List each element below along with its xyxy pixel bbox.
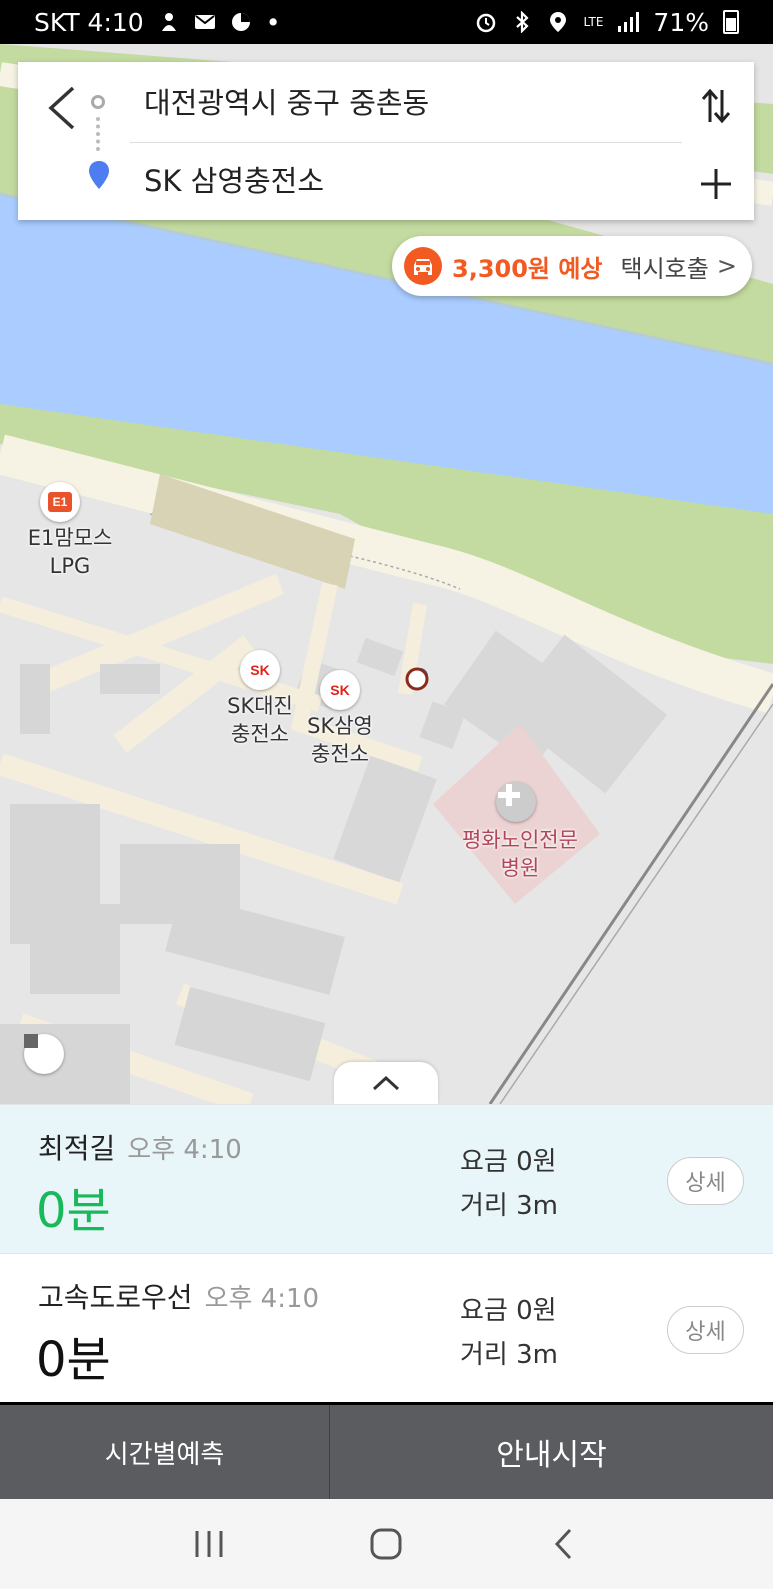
bluetooth-icon bbox=[511, 11, 533, 33]
route-eta: 오후 4:10 bbox=[127, 1135, 242, 1165]
back-nav-button[interactable] bbox=[534, 1514, 594, 1574]
route-option-highway[interactable]: 고속도로우선 오후 4:10 0분 요금 0원 거리 3m 상세 bbox=[0, 1253, 773, 1402]
network-label: LTE bbox=[583, 14, 604, 29]
chevron-up-icon bbox=[372, 1075, 400, 1091]
route-fee: 요금 0원 bbox=[460, 1147, 557, 1177]
bottom-action-bar: 시간별예측 안내시작 bbox=[0, 1405, 773, 1499]
app-icon bbox=[230, 11, 252, 33]
back-nav-icon bbox=[555, 1528, 572, 1560]
status-bar: SKT 4:10 • LTE 71% bbox=[0, 0, 773, 44]
detail-button[interactable]: 상세 bbox=[667, 1306, 744, 1354]
expand-sheet-button[interactable] bbox=[334, 1062, 438, 1104]
taxi-price: 3,300원 예상 bbox=[452, 254, 603, 283]
origin-input[interactable]: 대전광역시 중구 중촌동 bbox=[144, 80, 429, 122]
route-duration: 0분 bbox=[36, 1183, 111, 1239]
route-dots bbox=[96, 117, 100, 151]
signal-icon bbox=[617, 11, 640, 33]
route-option-optimal[interactable]: 최적길 오후 4:10 0분 요금 0원 거리 3m 상세 bbox=[0, 1104, 773, 1253]
notification-icon bbox=[158, 11, 180, 33]
swap-arrows-icon bbox=[701, 88, 731, 124]
plus-icon bbox=[701, 169, 731, 199]
taxi-car-icon bbox=[404, 247, 442, 285]
route-duration: 0분 bbox=[36, 1332, 111, 1388]
poi-icon[interactable] bbox=[24, 1034, 64, 1074]
time-prediction-button[interactable]: 시간별예측 bbox=[0, 1405, 330, 1499]
battery-percent: 71% bbox=[653, 7, 709, 37]
route-fee: 요금 0원 bbox=[460, 1296, 557, 1326]
back-button[interactable] bbox=[38, 84, 86, 132]
recent-apps-button[interactable] bbox=[179, 1514, 239, 1574]
route-search-card: 대전광역시 중구 중촌동 SK 삼영충전소 bbox=[18, 62, 754, 220]
origin-dot-icon bbox=[91, 95, 105, 109]
location-icon bbox=[547, 11, 569, 33]
divider bbox=[130, 142, 682, 143]
more-dot-icon: • bbox=[265, 7, 281, 37]
taxi-call-button[interactable]: 3,300원 예상 택시호출 > bbox=[392, 236, 752, 296]
system-nav-bar bbox=[0, 1499, 773, 1589]
route-eta: 오후 4:10 bbox=[204, 1284, 320, 1314]
route-name: 고속도로우선 오후 4:10 bbox=[38, 1281, 320, 1314]
sk-logo-icon[interactable]: SK bbox=[240, 650, 280, 690]
route-distance: 거리 3m bbox=[460, 1340, 558, 1370]
home-button[interactable] bbox=[356, 1514, 416, 1574]
recent-apps-icon bbox=[195, 1531, 223, 1557]
carrier-time: SKT 4:10 bbox=[34, 7, 144, 37]
route-name: 최적길 오후 4:10 bbox=[38, 1132, 242, 1165]
add-waypoint-button[interactable] bbox=[694, 162, 738, 206]
mail-icon bbox=[194, 11, 216, 33]
swap-button[interactable] bbox=[694, 84, 738, 128]
home-icon bbox=[370, 1528, 402, 1560]
detail-button[interactable]: 상세 bbox=[667, 1157, 744, 1205]
start-guidance-button[interactable]: 안내시작 bbox=[330, 1405, 773, 1499]
route-distance: 거리 3m bbox=[460, 1191, 558, 1221]
back-arrow-icon bbox=[48, 86, 75, 130]
alarm-icon bbox=[475, 11, 497, 33]
battery-icon bbox=[723, 10, 739, 34]
taxi-call-label: 택시호출 bbox=[620, 254, 709, 283]
e1-logo-icon[interactable]: E1 bbox=[40, 482, 80, 522]
chevron-right-icon: > bbox=[716, 252, 737, 280]
destination-pin-icon bbox=[88, 160, 110, 194]
sk-logo-icon[interactable]: SK bbox=[320, 670, 360, 710]
destination-input[interactable]: SK 삼영충전소 bbox=[144, 158, 324, 200]
hospital-cross-icon[interactable] bbox=[496, 782, 536, 822]
hospital-label[interactable]: 평화노인전문 병원 bbox=[440, 826, 600, 882]
sk-samyoung-label[interactable]: SK삼영 충전소 bbox=[285, 712, 395, 768]
e1-station-label[interactable]: E1맘모스 LPG bbox=[10, 524, 130, 580]
